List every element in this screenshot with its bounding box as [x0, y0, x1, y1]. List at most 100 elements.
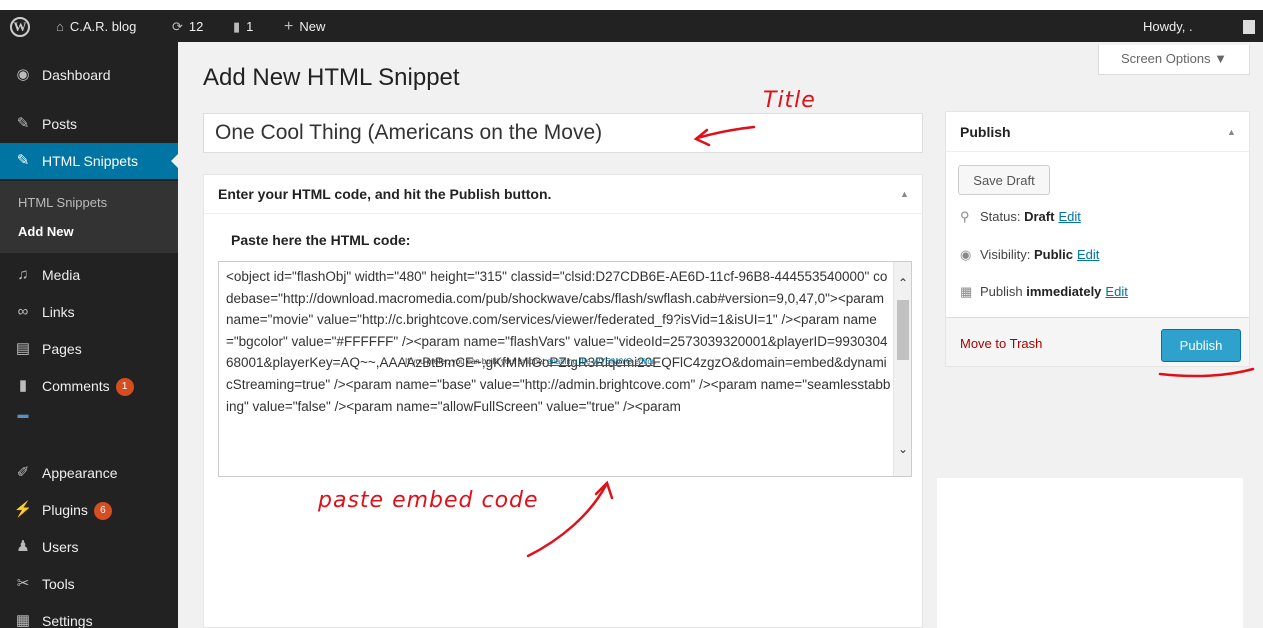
save-draft-button[interactable]: Save Draft: [958, 165, 1050, 195]
sidebar-item-label: Comments: [42, 378, 110, 394]
pages-icon: ▤: [15, 340, 31, 357]
edit-schedule-link[interactable]: Edit: [1105, 284, 1127, 299]
edit-visibility-link[interactable]: Edit: [1077, 247, 1099, 262]
sidebar-item-label: Settings: [42, 613, 93, 628]
publish-metabox: Publish ▲ Save Draft ⚲ Status: Draft Edit …: [945, 111, 1250, 367]
home-icon: ⌂: [56, 18, 64, 34]
avatar-image: [1243, 19, 1255, 34]
publish-label: Publish: [980, 284, 1023, 299]
scrollbar-thumb[interactable]: [897, 300, 909, 360]
my-account-link[interactable]: Howdy, .: [1143, 10, 1193, 42]
new-label: New: [299, 18, 326, 34]
pin-icon: ⚲: [960, 209, 970, 224]
updates-link[interactable]: ⟳ 12: [172, 10, 203, 42]
schedule-row: ▦ Publish immediately Edit: [960, 284, 1128, 300]
title-input[interactable]: [203, 113, 923, 153]
sidebar-empty-panel: [937, 478, 1243, 628]
sidebar-item-label: Tools: [42, 576, 75, 592]
updates-count: 12: [188, 18, 204, 34]
wysiwyg-note-prefix: If you prefer, you can build your snippe…: [405, 357, 547, 366]
updates-icon: ⟳: [172, 18, 183, 34]
dashboard-icon: ◉: [16, 66, 30, 83]
comment-bubble-icon: ▮: [233, 18, 241, 34]
submenu-item-add-new[interactable]: Add New: [18, 224, 74, 239]
sidebar-item-label: Users: [42, 539, 79, 555]
sidebar-item-posts[interactable]: ✎ Posts: [0, 106, 178, 142]
status-row: ⚲ Status: Draft Edit: [960, 209, 1081, 225]
settings-icon: ▦: [15, 612, 31, 628]
sidebar-item-label: Links: [42, 304, 75, 320]
scroll-down-icon[interactable]: ⌄: [894, 440, 911, 458]
sidebar-lower: ♫ Media ∞ Links ▤ Pages ▮ Comments 1 ▬ ✐ Appea…: [0, 253, 178, 628]
sidebar-item-pages[interactable]: ▤ Pages: [0, 331, 178, 367]
html-code-text: <object id="flashObj" width="480" height…: [226, 269, 891, 414]
sidebar-item-collapsed[interactable]: ▬: [0, 403, 178, 427]
publish-value: immediately: [1026, 284, 1102, 299]
eye-icon: ◉: [960, 247, 972, 262]
sidebar-item-label: Media: [42, 267, 81, 283]
code-label: Paste here the HTML code:: [231, 232, 411, 248]
pin-icon: ✎: [16, 152, 30, 169]
sidebar-item-html-snippets[interactable]: ✎ HTML Snippets: [0, 143, 178, 179]
avatar[interactable]: [1243, 10, 1255, 42]
brush-icon: ✐: [16, 464, 30, 481]
sidebar-item-plugins[interactable]: ⚡ Plugins 6: [0, 492, 178, 528]
visibility-label: Visibility:: [980, 247, 1031, 262]
sidebar-item-users[interactable]: ♟ Users: [0, 529, 178, 565]
sidebar-item-media[interactable]: ♫ Media: [0, 257, 178, 293]
admin-bar: W ⌂ C.A.R. blog ⟳ 12 ▮ 1 + New Howdy, .: [0, 10, 1263, 42]
scroll-up-icon[interactable]: ⌃: [894, 274, 911, 292]
sidebar-item-dashboard[interactable]: ◉ Dashboard: [0, 57, 178, 93]
collapse-arrow-icon[interactable]: ▲: [1227, 127, 1236, 137]
metabox-title: Enter your HTML code, and hit the Publis…: [218, 186, 552, 202]
status-label: Status:: [980, 209, 1021, 224]
sidebar-item-label: Pages: [42, 341, 82, 357]
comments-count: 1: [246, 18, 254, 34]
site-name: C.A.R. blog: [69, 18, 137, 34]
sidebar-item-links[interactable]: ∞ Links: [0, 294, 178, 330]
comments-link[interactable]: ▮ 1: [233, 10, 253, 42]
collapse-arrow-icon[interactable]: ▲: [900, 189, 909, 199]
link-icon: ∞: [17, 303, 29, 320]
publish-button[interactable]: Publish: [1161, 329, 1241, 362]
screen-options-button[interactable]: Screen Options ▼: [1098, 45, 1250, 75]
media-icon: ♫: [17, 266, 29, 283]
calendar-icon: ▦: [960, 284, 973, 299]
publish-actions: Move to Trash Publish: [946, 317, 1249, 366]
howdy-text: Howdy, .: [1143, 18, 1193, 34]
submenu-item-html-snippets[interactable]: HTML Snippets: [18, 195, 107, 210]
plus-icon: +: [284, 17, 294, 35]
wordpress-logo-icon: W: [10, 16, 30, 37]
sidebar-item-settings[interactable]: ▦ Settings: [0, 603, 178, 628]
html-code-metabox: Enter your HTML code, and hit the Publis…: [203, 174, 923, 628]
enable-wysiwyg-link[interactable]: enabling the WYSIWYG editor: [547, 357, 654, 366]
plugin-menu-icon: ▬: [17, 409, 29, 421]
publish-header[interactable]: Publish ▲: [946, 112, 1249, 152]
comments-badge: 1: [115, 378, 134, 397]
wrench-icon: ✂: [16, 575, 30, 592]
textarea-scrollbar[interactable]: ⌃ ⌄: [893, 262, 911, 476]
html-snippets-submenu: HTML Snippets Add New: [0, 181, 178, 253]
plugins-badge: 6: [93, 502, 112, 521]
sidebar-item-label: HTML Snippets: [42, 153, 138, 169]
new-content-link[interactable]: + New: [284, 10, 325, 42]
sidebar-item-tools[interactable]: ✂ Tools: [0, 566, 178, 602]
site-name-link[interactable]: ⌂ C.A.R. blog: [56, 10, 136, 42]
wp-logo-menu[interactable]: W: [10, 10, 30, 42]
sidebar-item-label: Plugins: [42, 502, 88, 518]
publish-title: Publish: [960, 124, 1011, 140]
edit-status-link[interactable]: Edit: [1058, 209, 1080, 224]
sidebar-item-label: Dashboard: [42, 67, 111, 83]
move-to-trash-link[interactable]: Move to Trash: [960, 336, 1042, 351]
wysiwyg-note: If you prefer, you can build your snippe…: [405, 352, 675, 371]
metabox-header[interactable]: Enter your HTML code, and hit the Publis…: [204, 175, 922, 214]
visibility-row: ◉ Visibility: Public Edit: [960, 247, 1099, 263]
page-title: Add New HTML Snippet: [203, 64, 460, 91]
sidebar-item-appearance[interactable]: ✐ Appearance: [0, 455, 178, 491]
status-value: Draft: [1024, 209, 1055, 224]
visibility-value: Public: [1033, 247, 1073, 262]
wysiwyg-note-suffix: .: [654, 357, 657, 366]
plug-icon: ⚡: [13, 501, 33, 518]
user-icon: ♟: [16, 538, 30, 555]
sidebar-item-label: Posts: [42, 116, 78, 132]
